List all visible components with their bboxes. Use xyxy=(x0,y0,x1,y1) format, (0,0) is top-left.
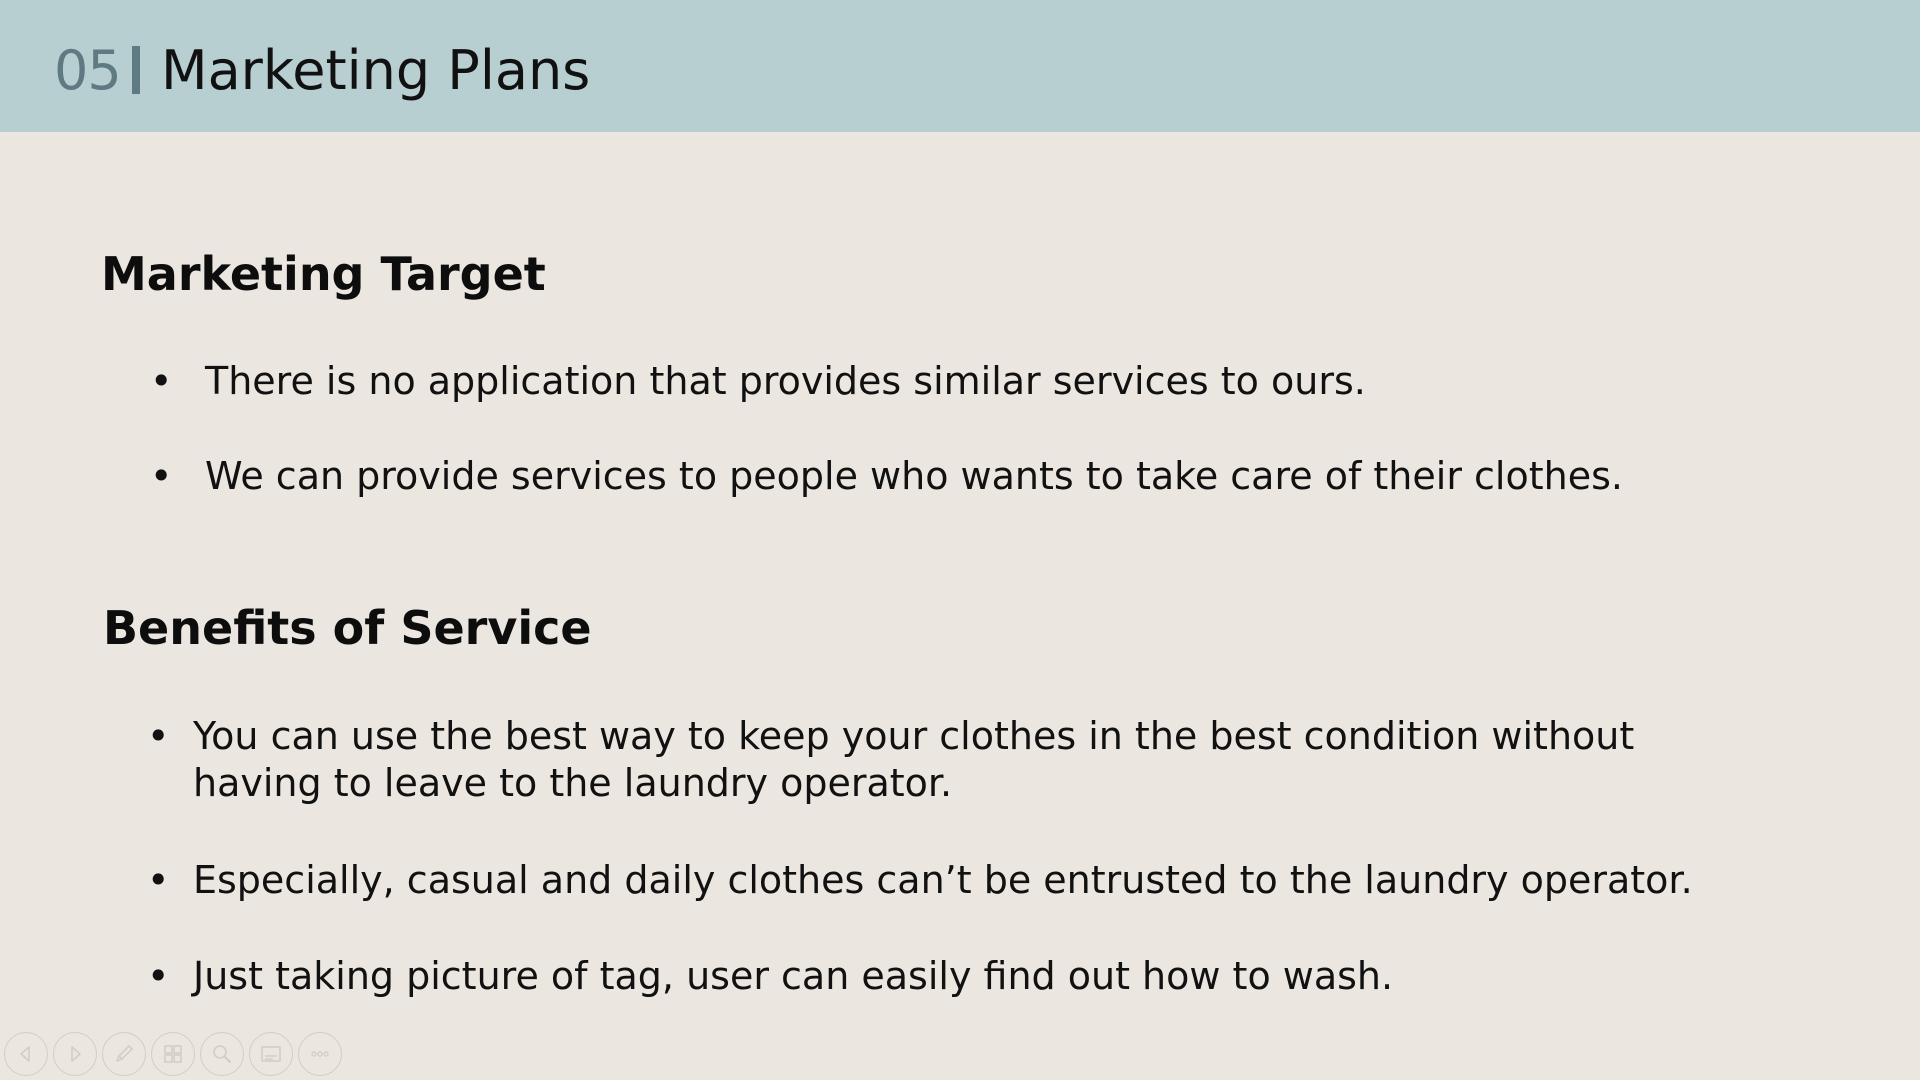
previous-slide-button[interactable] xyxy=(4,1032,48,1076)
bullet-text: There is no application that provides si… xyxy=(205,359,1366,403)
zoom-icon xyxy=(213,1045,231,1063)
bullet-item: • Just taking picture of tag, user can e… xyxy=(147,953,1847,1000)
pen-tool-button[interactable] xyxy=(102,1032,146,1076)
bullet-dot: • xyxy=(150,359,173,403)
bullet-text: Just taking picture of tag, user can eas… xyxy=(193,954,1394,998)
section-heading-benefits-of-service: Benefits of Service xyxy=(103,601,592,655)
bullet-item: • You can use the best way to keep your … xyxy=(147,713,1647,807)
next-slide-button[interactable] xyxy=(53,1032,97,1076)
previous-arrow-icon xyxy=(20,1046,30,1062)
pen-icon xyxy=(116,1045,133,1062)
more-options-button[interactable] xyxy=(298,1032,342,1076)
subtitles-icon xyxy=(261,1046,281,1062)
slide-title: Marketing Plans xyxy=(161,39,591,102)
see-all-slides-button[interactable] xyxy=(151,1032,195,1076)
more-options-icon xyxy=(311,1051,329,1057)
bullet-text: We can provide services to people who wa… xyxy=(205,454,1623,498)
bullet-text: Especially, casual and daily clothes can… xyxy=(193,858,1693,902)
slide-header: 05 Marketing Plans xyxy=(0,0,1920,132)
bullet-dot: • xyxy=(150,454,173,498)
title-divider-bar xyxy=(132,46,140,94)
bullet-dot: • xyxy=(147,714,170,758)
bullet-item: • Especially, casual and daily clothes c… xyxy=(147,857,1847,904)
presentation-controls xyxy=(4,1032,342,1078)
bullet-dot: • xyxy=(147,954,170,998)
subtitles-button[interactable] xyxy=(249,1032,293,1076)
next-arrow-icon xyxy=(71,1046,81,1062)
bullet-item: • There is no application that provides … xyxy=(150,358,1850,405)
slide-number: 05 xyxy=(54,39,122,102)
bullet-item: • We can provide services to people who … xyxy=(150,453,1850,500)
slides-grid-icon xyxy=(164,1045,182,1063)
bullet-dot: • xyxy=(147,858,170,902)
bullet-text: You can use the best way to keep your cl… xyxy=(193,714,1635,805)
zoom-button[interactable] xyxy=(200,1032,244,1076)
section-heading-marketing-target: Marketing Target xyxy=(101,247,546,301)
